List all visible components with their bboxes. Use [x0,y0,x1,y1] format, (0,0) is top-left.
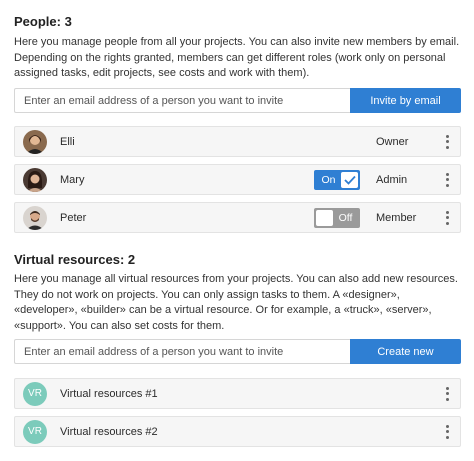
people-title: People: 3 [14,14,72,29]
invite-by-email-button[interactable]: Invite by email [350,88,461,113]
member-toggle-off[interactable]: Off [314,207,360,228]
more-options-icon[interactable] [434,205,460,231]
resource-avatar: VR [23,381,47,406]
resource-name: Virtual resources #2 [60,425,158,438]
member-name: Elli [60,135,75,148]
member-role: Owner [376,135,409,148]
virtual-resources-title: Virtual resources: 2 [14,252,136,267]
more-options-icon[interactable] [434,167,460,193]
check-icon [341,171,358,188]
resource-avatar: VR [23,419,47,444]
member-name: Peter [60,211,87,224]
member-row-mary: Mary On Admin [14,164,461,195]
virtual-resource-row: VR Virtual resources #2 [14,416,461,447]
virtual-invite-row: Create new [14,339,461,364]
member-role: Member [376,211,417,224]
resource-name: Virtual resources #1 [60,387,158,400]
avatar-peter [23,205,47,230]
toggle-label: Off [338,211,353,224]
member-role: Admin [376,173,408,186]
member-row-elli: Elli Owner [14,126,461,157]
create-new-button[interactable]: Create new [350,339,461,364]
people-invite-row: Invite by email [14,88,461,113]
more-options-icon[interactable] [434,419,460,445]
virtual-resources-description: Here you manage all virtual resources fr… [14,273,458,332]
toggle-knob [316,209,333,226]
more-options-icon[interactable] [434,129,460,155]
people-description: Here you manage people from all your pro… [14,36,460,79]
member-name: Mary [60,173,85,186]
virtual-resource-row: VR Virtual resources #1 [14,378,461,409]
member-toggle-on[interactable]: On [314,169,360,190]
more-options-icon[interactable] [434,381,460,407]
member-row-peter: Peter Off Member [14,202,461,233]
virtual-email-input[interactable] [14,339,350,364]
toggle-label: On [321,173,336,186]
avatar-mary [23,167,47,192]
people-email-input[interactable] [14,88,350,113]
avatar-elli [23,129,47,154]
